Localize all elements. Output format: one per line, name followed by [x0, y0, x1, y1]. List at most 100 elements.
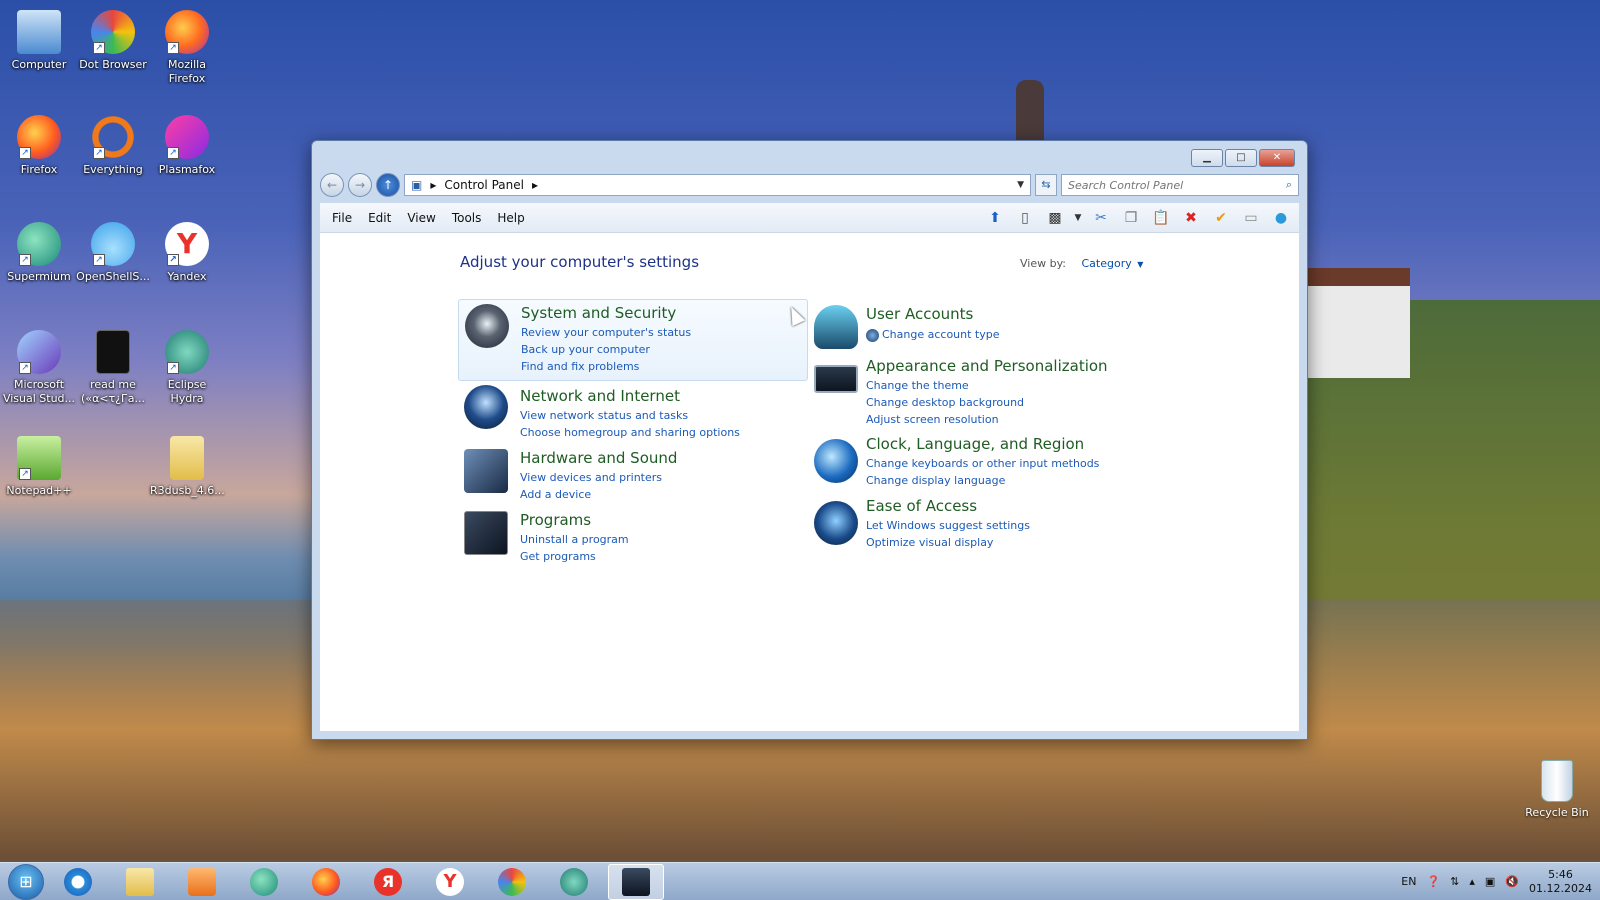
category-ease-of-access[interactable]: Ease of Access Let Windows suggest setti…: [808, 497, 1148, 557]
up-button[interactable]: ↑: [376, 173, 400, 197]
link-change-account-type[interactable]: Change account type: [866, 328, 1000, 342]
clock[interactable]: 5:46 01.12.2024: [1529, 868, 1592, 896]
language-indicator[interactable]: EN: [1401, 875, 1416, 888]
menu-help[interactable]: Help: [489, 211, 532, 225]
taskbar-eclipse-hydra[interactable]: [546, 864, 602, 900]
menu-file[interactable]: File: [324, 211, 360, 225]
category-user-accounts[interactable]: User Accounts Change account type: [808, 301, 1148, 353]
link-network-status[interactable]: View network status and tasks: [520, 409, 688, 422]
taskbar-dot-browser[interactable]: [484, 864, 540, 900]
network-icon[interactable]: ▣: [1485, 875, 1495, 888]
delete-icon[interactable]: ✖: [1179, 207, 1203, 229]
properties-icon[interactable]: ▭: [1239, 207, 1263, 229]
taskbar-yandex-browser[interactable]: Я: [360, 864, 416, 900]
desktop-icon-notepad-plus-plus[interactable]: ↗ Notepad++: [2, 436, 76, 498]
category-title[interactable]: Clock, Language, and Region: [866, 435, 1084, 453]
copy-icon[interactable]: ❐: [1119, 207, 1143, 229]
category-title[interactable]: Ease of Access: [866, 497, 977, 515]
desktop-icon-computer[interactable]: Computer: [2, 10, 76, 72]
link-windows-suggest[interactable]: Let Windows suggest settings: [866, 519, 1030, 532]
volume-muted-icon[interactable]: 🔇: [1505, 875, 1519, 888]
link-devices-printers[interactable]: View devices and printers: [520, 471, 662, 484]
up-arrow-icon[interactable]: ⬆: [983, 207, 1007, 229]
menu-edit[interactable]: Edit: [360, 211, 399, 225]
link-backup[interactable]: Back up your computer: [521, 343, 650, 356]
search-box[interactable]: ⌕: [1061, 174, 1299, 196]
taskbar-media-player[interactable]: [174, 864, 230, 900]
category-title[interactable]: User Accounts: [866, 305, 973, 323]
category-title[interactable]: System and Security: [521, 304, 676, 322]
view-by-dropdown-icon[interactable]: ▼: [1137, 260, 1143, 269]
search-input[interactable]: [1068, 178, 1286, 192]
taskbar-explorer[interactable]: [112, 864, 168, 900]
category-title[interactable]: Network and Internet: [520, 387, 680, 405]
menu-view[interactable]: View: [399, 211, 443, 225]
dropdown-icon[interactable]: ▼: [1073, 207, 1083, 229]
address-bar[interactable]: ▣ ▸ Control Panel ▸ ▼: [404, 174, 1031, 196]
desktop-icon-mozilla-firefox[interactable]: ↗ Mozilla Firefox: [150, 10, 224, 86]
category-title[interactable]: Appearance and Personalization: [866, 357, 1108, 375]
panel-icon[interactable]: ▯: [1013, 207, 1037, 229]
taskbar-control-panel[interactable]: [608, 863, 664, 900]
link-uninstall[interactable]: Uninstall a program: [520, 533, 629, 546]
link-optimize-display[interactable]: Optimize visual display: [866, 536, 993, 549]
category-appearance[interactable]: Appearance and Personalization Change th…: [808, 357, 1148, 427]
menu-tools[interactable]: Tools: [444, 211, 490, 225]
category-clock-language[interactable]: Clock, Language, and Region Change keybo…: [808, 435, 1148, 495]
category-network-internet[interactable]: Network and Internet View network status…: [458, 381, 808, 441]
minimize-button[interactable]: ▁: [1191, 149, 1223, 167]
category-title[interactable]: Hardware and Sound: [520, 449, 677, 467]
desktop-icon-openshell[interactable]: ↗ OpenShellS...: [76, 222, 150, 284]
link-desktop-background[interactable]: Change desktop background: [866, 396, 1024, 409]
tray-expand-icon[interactable]: ▴: [1469, 875, 1475, 888]
category-title[interactable]: Programs: [520, 511, 591, 529]
paste-icon[interactable]: 📋: [1149, 207, 1173, 229]
desktop-icon-yandex[interactable]: Y ↗ Yandex: [150, 222, 224, 284]
link-change-keyboards[interactable]: Change keyboards or other input methods: [866, 457, 1099, 470]
cut-icon[interactable]: ✂: [1089, 207, 1113, 229]
breadcrumb-chevron-icon[interactable]: ▸: [532, 178, 538, 192]
dot-browser-icon: ↗: [91, 10, 135, 54]
address-dropdown-icon[interactable]: ▼: [1017, 180, 1024, 190]
link-homegroup[interactable]: Choose homegroup and sharing options: [520, 426, 740, 439]
breadcrumb[interactable]: Control Panel: [444, 178, 524, 192]
desktop-icon-dot-browser[interactable]: ↗ Dot Browser: [76, 10, 150, 72]
taskbar-internet-explorer[interactable]: [50, 864, 106, 900]
link-add-device[interactable]: Add a device: [520, 488, 591, 501]
desktop-icon-visual-studio[interactable]: ↗ Microsoft Visual Stud...: [2, 330, 76, 406]
link-find-fix[interactable]: Find and fix problems: [521, 360, 639, 373]
taskbar-firefox[interactable]: [298, 864, 354, 900]
desktop-icon-everything[interactable]: ↗ Everything: [76, 115, 150, 177]
desktop-icon-supermium[interactable]: ↗ Supermium: [2, 222, 76, 284]
desktop-icon-r3dusb[interactable]: R3dusb_4.6...: [150, 436, 225, 498]
taskbar-yandex[interactable]: Y: [422, 864, 478, 900]
desktop-icon-recycle-bin[interactable]: Recycle Bin: [1520, 760, 1594, 819]
forward-button[interactable]: →: [348, 173, 372, 197]
view-by-select[interactable]: Category: [1082, 257, 1132, 270]
help-icon[interactable]: ❓: [1426, 875, 1440, 888]
category-hardware-sound[interactable]: Hardware and Sound View devices and prin…: [458, 445, 808, 505]
start-button[interactable]: ⊞: [8, 863, 44, 900]
category-programs[interactable]: Programs Uninstall a program Get program…: [458, 507, 808, 567]
desktop-icon-eclipse-hydra[interactable]: ↗ Eclipse Hydra: [150, 330, 224, 406]
category-system-security[interactable]: System and Security Review your computer…: [458, 299, 808, 381]
maximize-button[interactable]: □: [1225, 149, 1257, 167]
link-change-theme[interactable]: Change the theme: [866, 379, 969, 392]
link-display-language[interactable]: Change display language: [866, 474, 1005, 487]
media-player-icon: [188, 867, 216, 896]
globe-icon[interactable]: ●: [1269, 207, 1293, 229]
check-icon[interactable]: ✔: [1209, 207, 1233, 229]
desktop-icon-plasmafox[interactable]: ↗ Plasmafox: [150, 115, 224, 177]
back-button[interactable]: ←: [320, 173, 344, 197]
network-activity-icon[interactable]: ⇅: [1450, 875, 1459, 888]
link-get-programs[interactable]: Get programs: [520, 550, 596, 563]
link-screen-resolution[interactable]: Adjust screen resolution: [866, 413, 999, 426]
close-button[interactable]: ✕: [1259, 149, 1295, 167]
desktop-icon-read-me[interactable]: read me («α<τ¿Гa...: [76, 330, 150, 406]
taskbar-supermium[interactable]: [236, 864, 292, 900]
refresh-button[interactable]: ⇆: [1035, 174, 1057, 196]
link-review-status[interactable]: Review your computer's status: [521, 326, 691, 339]
search-icon[interactable]: ⌕: [1286, 178, 1292, 192]
view-options-icon[interactable]: ▩: [1043, 207, 1067, 229]
desktop-icon-firefox[interactable]: ↗ Firefox: [2, 115, 76, 177]
